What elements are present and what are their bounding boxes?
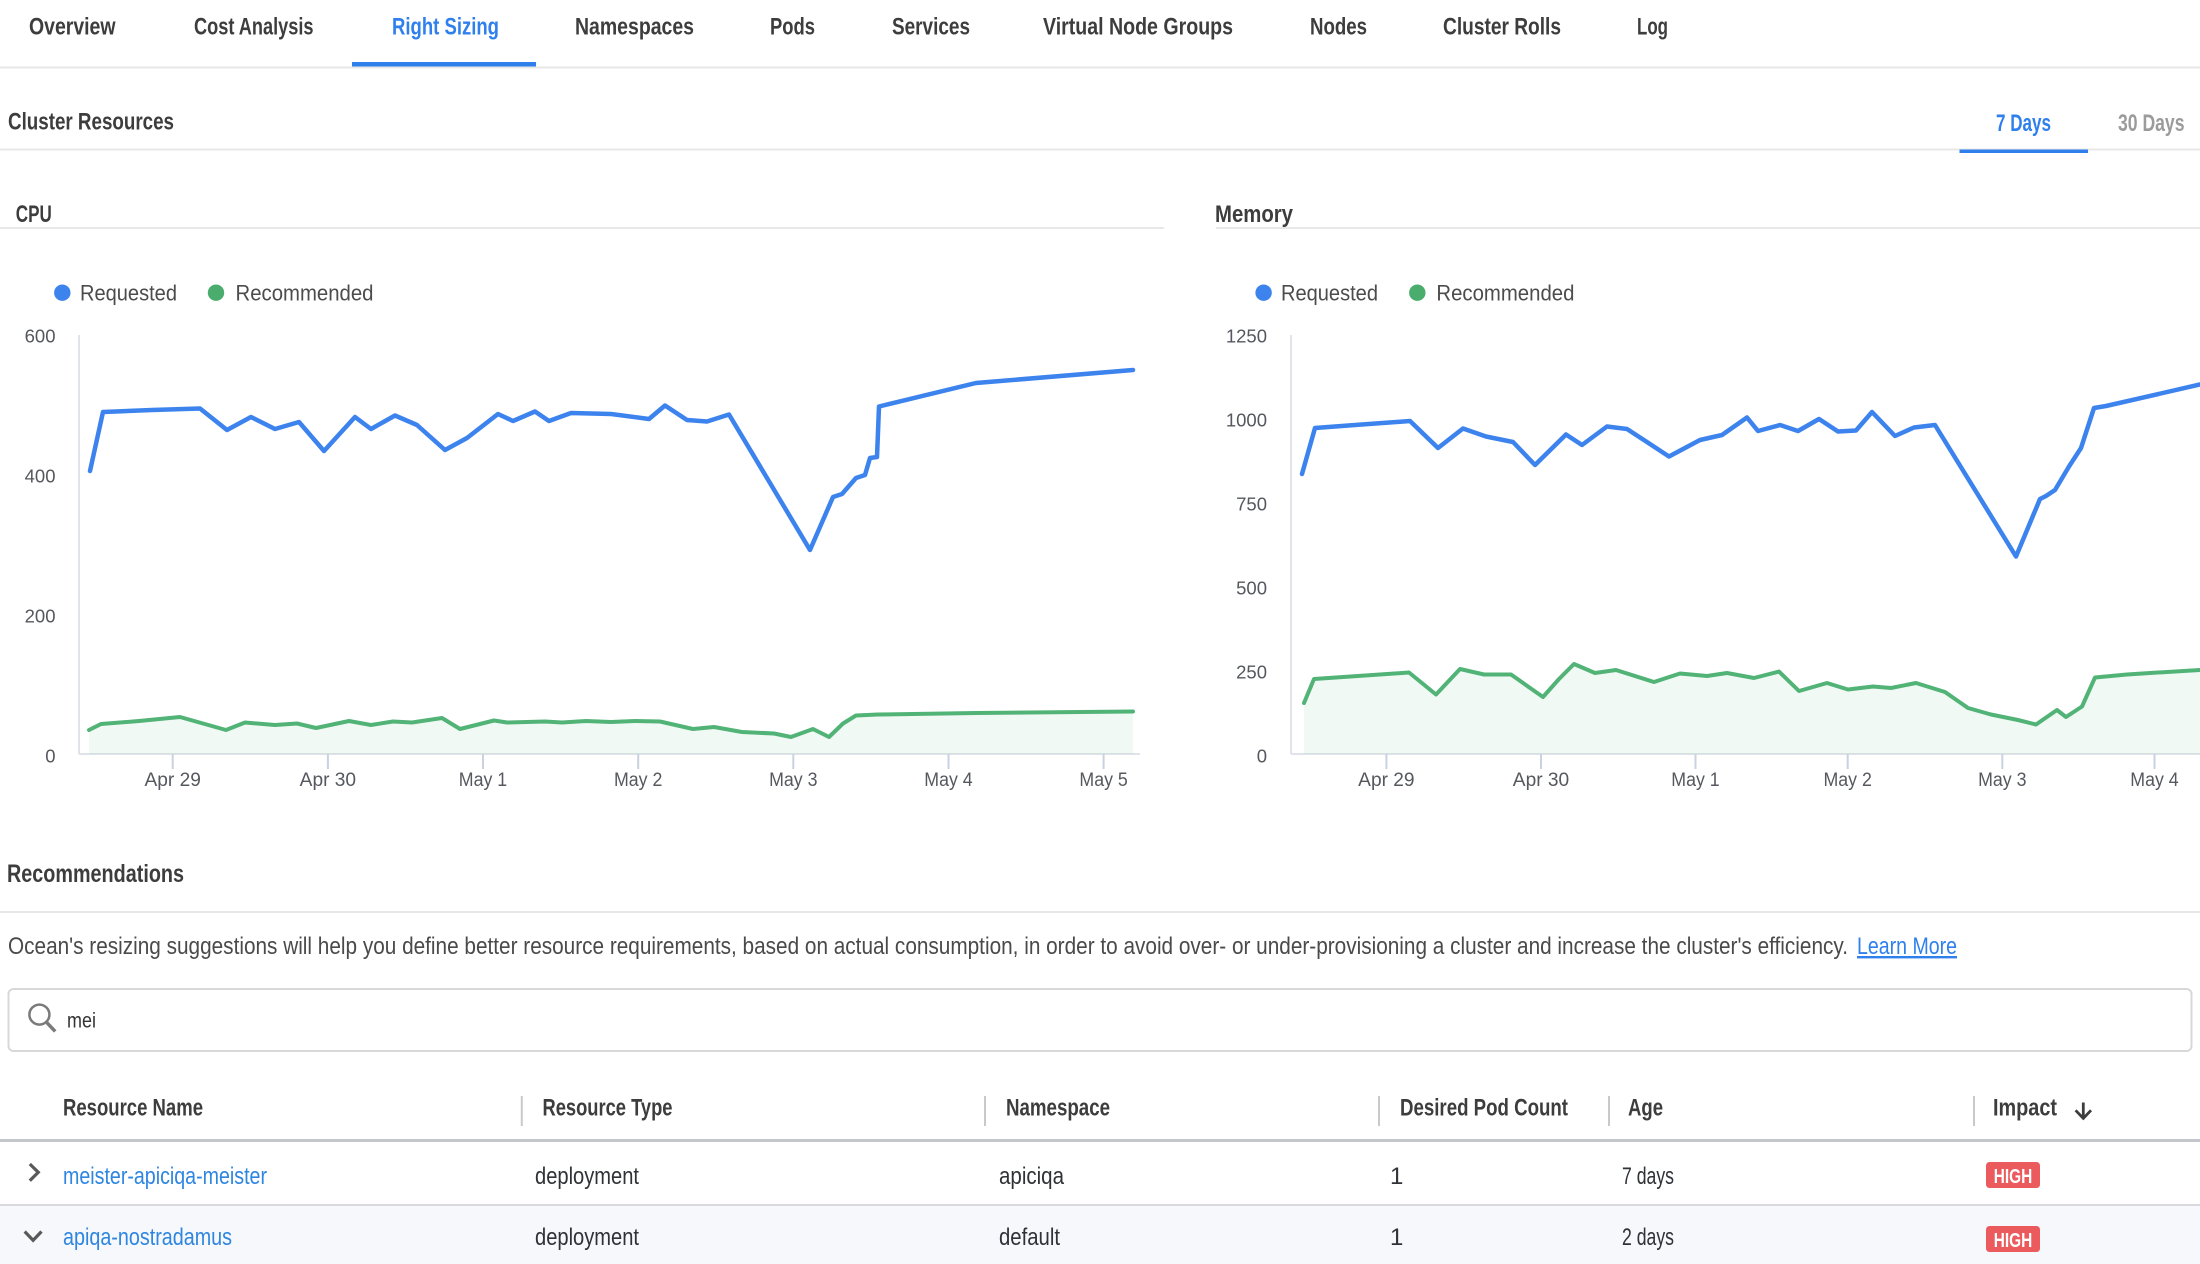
svg-text:Recommendations: Recommendations <box>7 860 184 888</box>
svg-text:deployment: deployment <box>535 1163 639 1190</box>
svg-text:Apr 30: Apr 30 <box>1513 770 1569 791</box>
svg-text:400: 400 <box>25 465 56 486</box>
svg-text:May 1: May 1 <box>1671 770 1719 791</box>
svg-text:apiciqa: apiciqa <box>999 1163 1065 1190</box>
svg-text:Cluster Rolls: Cluster Rolls <box>1443 14 1561 41</box>
svg-text:Ocean's resizing suggestions w: Ocean's resizing suggestions will help y… <box>8 933 1848 960</box>
svg-text:Cost Analysis: Cost Analysis <box>194 14 314 41</box>
svg-text:600: 600 <box>25 325 56 346</box>
svg-text:7 days: 7 days <box>1622 1163 1674 1190</box>
svg-text:Log: Log <box>1637 14 1668 41</box>
svg-text:deployment: deployment <box>535 1224 639 1251</box>
svg-text:Right Sizing: Right Sizing <box>392 14 499 41</box>
svg-text:meister-apiciqa-meister: meister-apiciqa-meister <box>63 1163 267 1190</box>
svg-text:Resource Name: Resource Name <box>63 1095 203 1122</box>
svg-text:Overview: Overview <box>29 14 116 41</box>
svg-text:Namespaces: Namespaces <box>575 14 694 41</box>
svg-text:0: 0 <box>45 745 55 766</box>
svg-text:1: 1 <box>1390 1163 1403 1190</box>
svg-text:HIGH: HIGH <box>1994 1166 2033 1188</box>
svg-text:Recommended: Recommended <box>1436 281 1574 306</box>
svg-text:30 Days: 30 Days <box>2118 110 2185 137</box>
svg-text:Apr 29: Apr 29 <box>145 770 201 791</box>
svg-text:Apr 29: Apr 29 <box>1358 770 1414 791</box>
svg-text:7 Days: 7 Days <box>1996 110 2051 137</box>
svg-text:default: default <box>999 1224 1060 1251</box>
svg-text:1250: 1250 <box>1226 325 1267 346</box>
svg-text:500: 500 <box>1236 577 1267 598</box>
svg-text:Requested: Requested <box>80 281 177 306</box>
svg-text:May 3: May 3 <box>1978 770 2026 791</box>
svg-text:CPU: CPU <box>16 201 52 228</box>
svg-text:May 3: May 3 <box>769 770 817 791</box>
svg-text:250: 250 <box>1236 661 1267 682</box>
svg-text:2 days: 2 days <box>1622 1224 1674 1251</box>
svg-text:Nodes: Nodes <box>1310 14 1367 41</box>
svg-text:Apr 30: Apr 30 <box>300 770 356 791</box>
svg-text:Recommended: Recommended <box>236 281 374 306</box>
svg-text:May 2: May 2 <box>614 770 662 791</box>
svg-text:Pods: Pods <box>770 14 815 41</box>
svg-text:May 5: May 5 <box>1079 770 1127 791</box>
svg-text:May 4: May 4 <box>2130 770 2179 791</box>
svg-text:Age: Age <box>1628 1095 1663 1122</box>
svg-text:Requested: Requested <box>1281 281 1378 306</box>
svg-text:1000: 1000 <box>1226 409 1267 430</box>
svg-text:Memory: Memory <box>1215 201 1294 228</box>
svg-text:May 2: May 2 <box>1824 770 1872 791</box>
svg-text:Namespace: Namespace <box>1006 1095 1110 1122</box>
svg-text:750: 750 <box>1236 493 1267 514</box>
svg-text:Virtual Node Groups: Virtual Node Groups <box>1043 14 1233 41</box>
svg-text:Services: Services <box>892 14 970 41</box>
svg-text:HIGH: HIGH <box>1994 1230 2033 1252</box>
svg-text:Impact: Impact <box>1993 1095 2057 1122</box>
svg-text:mei: mei <box>67 1009 96 1033</box>
svg-text:1: 1 <box>1390 1224 1403 1251</box>
svg-text:0: 0 <box>1257 745 1267 766</box>
svg-text:May 1: May 1 <box>459 770 507 791</box>
svg-text:Resource Type: Resource Type <box>543 1095 673 1122</box>
svg-text:200: 200 <box>25 605 56 626</box>
svg-text:apiqa-nostradamus: apiqa-nostradamus <box>63 1224 232 1251</box>
svg-text:Learn More: Learn More <box>1857 933 1957 960</box>
svg-text:May 4: May 4 <box>924 770 973 791</box>
svg-text:Desired Pod Count: Desired Pod Count <box>1400 1095 1568 1122</box>
svg-text:Cluster Resources: Cluster Resources <box>8 109 174 136</box>
